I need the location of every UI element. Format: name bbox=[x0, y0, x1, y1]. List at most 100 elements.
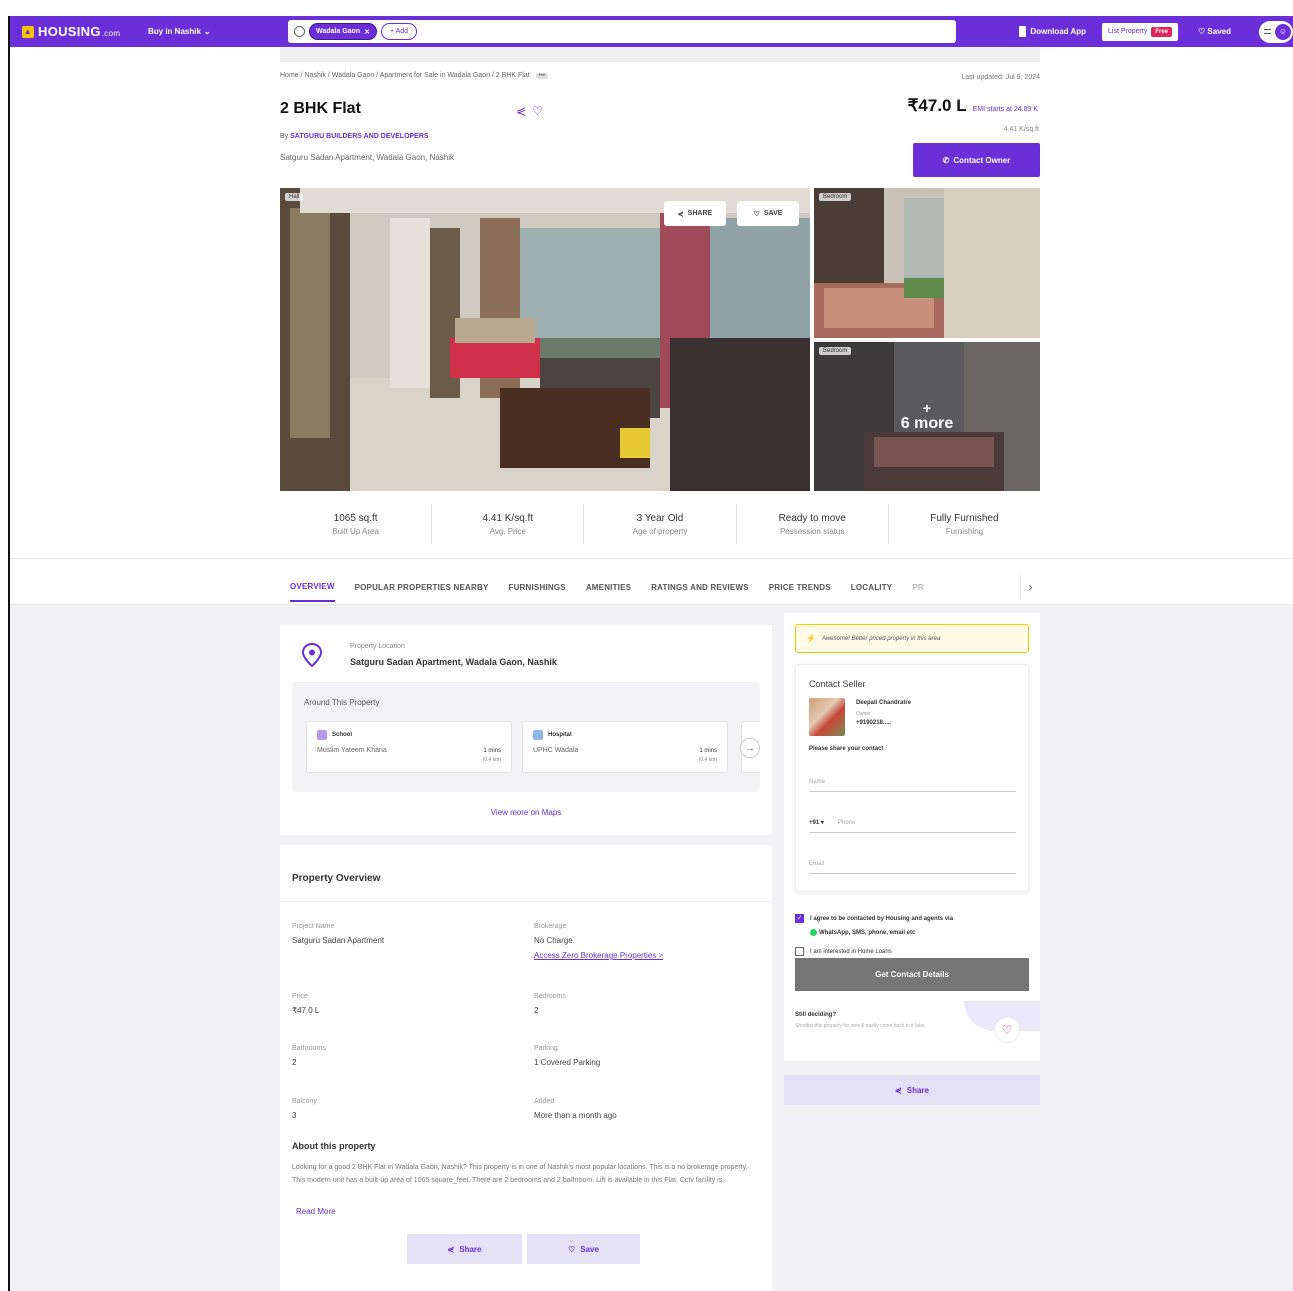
avatar: ☺ bbox=[1275, 23, 1291, 40]
stat-label: Age of property bbox=[632, 526, 688, 536]
subheader-strip bbox=[280, 47, 1040, 62]
tab-price-trends[interactable]: PRICE TRENDS bbox=[769, 572, 831, 602]
poi-category: Hospital bbox=[533, 730, 572, 740]
field-price: Price ₹47.0 L bbox=[292, 993, 319, 1015]
heart-icon: ♡ bbox=[1198, 27, 1208, 36]
agree-checkbox[interactable]: ✓ bbox=[795, 914, 804, 923]
overview-card: Property Overview Project Name Satguru S… bbox=[280, 845, 772, 1291]
more-photos-overlay[interactable]: + 6 more bbox=[814, 342, 1040, 491]
title-actions: ⋞ ♡ bbox=[516, 104, 543, 118]
view-maps-link[interactable]: View more on Maps bbox=[280, 808, 772, 817]
list-property-button[interactable]: List Property Free bbox=[1102, 22, 1179, 41]
save-button[interactable]: ♡ Save bbox=[527, 1234, 640, 1264]
name-field[interactable]: Name bbox=[809, 770, 1016, 792]
contact-owner-label: Contact Owner bbox=[953, 155, 1011, 165]
field-value: Satguru Sadan Apartment bbox=[292, 936, 385, 945]
logo-text: HOUSING bbox=[38, 24, 101, 39]
poi-km: (0.4 km) bbox=[482, 757, 501, 763]
housing-logo[interactable]: ▲ HOUSING .com bbox=[22, 24, 120, 39]
location-name: Satguru Sadan Apartment, Wadala Gaon, Na… bbox=[350, 657, 557, 667]
poi-distance: 1 mins (0.4 km) bbox=[699, 747, 717, 765]
arrow-right-icon[interactable]: → bbox=[740, 738, 760, 758]
field-key: Bedrooms bbox=[534, 993, 566, 1000]
price-alert: ⚡ Awesome! Better priced property in thi… bbox=[795, 624, 1029, 653]
field-added: Added More than a month ago bbox=[534, 1098, 617, 1120]
contact-owner-button[interactable]: ✆ Contact Owner bbox=[913, 143, 1040, 177]
home-loan-checkbox-row[interactable]: I am interested in Home Loans bbox=[795, 945, 892, 959]
close-icon[interactable]: ✕ bbox=[364, 28, 370, 36]
search-chip-locality[interactable]: Wadala Gaon ✕ bbox=[309, 23, 377, 40]
home-loan-checkbox[interactable] bbox=[795, 947, 804, 956]
byline: By SATGURU BUILDERS AND DEVELOPERS bbox=[280, 133, 429, 140]
builder-link[interactable]: SATGURU BUILDERS AND DEVELOPERS bbox=[290, 133, 428, 140]
phone-placeholder: Phone bbox=[837, 820, 856, 826]
photo-share-button[interactable]: ⋞ SHARE bbox=[664, 201, 726, 226]
about-text: Looking for a good 2 BHK Flat in Wadala … bbox=[292, 1164, 748, 1184]
share-label: Share bbox=[459, 1244, 482, 1254]
saved-link[interactable]: ♡ Saved bbox=[1198, 27, 1231, 36]
byline-prefix: By bbox=[280, 133, 289, 140]
poi-card-school[interactable]: School Muslim Yateem Khana 1 mins (0.4 k… bbox=[306, 721, 512, 773]
stat-value: 3 Year Old bbox=[636, 512, 684, 524]
tab-overview[interactable]: OVERVIEW bbox=[290, 572, 335, 602]
emi-link[interactable]: EMI starts at 24.89 K bbox=[973, 106, 1038, 113]
stat-label: Built Up Area bbox=[332, 526, 379, 536]
gallery-side-photo-2[interactable]: Bedroom + 6 more bbox=[814, 342, 1040, 491]
stat-label: Avg. Price bbox=[489, 526, 526, 536]
profile-menu[interactable]: ☺ bbox=[1259, 20, 1293, 43]
still-deciding-text: Shortlist this property for now & easily… bbox=[795, 1023, 926, 1029]
email-placeholder: Email bbox=[809, 861, 825, 867]
more-icon[interactable]: ••• bbox=[535, 72, 548, 79]
address: Satguru Sadan Apartment, Wadala Gaon, Na… bbox=[280, 153, 455, 162]
agree-text-2: WhatsApp, SMS, phone, email etc bbox=[819, 930, 916, 936]
hamburger-icon bbox=[1264, 29, 1271, 34]
buy-in-dropdown[interactable]: Buy in Nashik ⌄ bbox=[148, 27, 211, 36]
tab-ratings[interactable]: RATINGS AND REVIEWS bbox=[651, 572, 749, 602]
home-loan-text: I am interested in Home Loans bbox=[810, 949, 892, 955]
field-project-name: Project Name Satguru Sadan Apartment bbox=[292, 923, 384, 945]
get-contact-details-button[interactable]: Get Contact Details bbox=[795, 958, 1029, 991]
download-app-link[interactable]: Download App bbox=[1019, 26, 1086, 37]
tab-amenities[interactable]: AMENITIES bbox=[586, 572, 631, 602]
seller-form: Contact Seller Deepali Chandratre Owner … bbox=[795, 664, 1029, 892]
share-button[interactable]: ⋞ Share bbox=[407, 1234, 522, 1264]
add-locality-button[interactable]: + Add bbox=[380, 23, 418, 40]
read-more-link[interactable]: Read More bbox=[296, 1207, 336, 1216]
email-field[interactable]: Email bbox=[809, 852, 1016, 874]
agree-checkbox-row[interactable]: ✓ I agree to be contacted by Housing and… bbox=[795, 912, 953, 940]
search-bar[interactable]: Wadala Gaon ✕ + Add bbox=[288, 20, 956, 43]
share-icon[interactable]: ⋞ bbox=[516, 104, 526, 118]
country-code-select[interactable]: +91 ▾ bbox=[809, 819, 824, 826]
chevron-right-icon[interactable]: › bbox=[1020, 574, 1040, 600]
property-stats: 1065 sq.ft Built Up Area 4.41 K/sq.ft Av… bbox=[280, 504, 1040, 544]
field-key: Price bbox=[292, 993, 308, 1000]
breadcrumb-text[interactable]: Home / Nashik / Wadala Gaon / Apartment … bbox=[280, 72, 530, 79]
tab-furnishings[interactable]: FURNISHINGS bbox=[508, 572, 565, 602]
stat-built-up-area: 1065 sq.ft Built Up Area bbox=[280, 504, 433, 544]
field-key: Brokerage bbox=[534, 923, 567, 930]
heart-icon[interactable]: ♡ bbox=[532, 104, 543, 118]
share-icon: ⋞ bbox=[895, 1085, 902, 1095]
tab-popular-properties[interactable]: POPULAR PROPERTIES NEARBY bbox=[355, 572, 489, 602]
phone-field[interactable]: +91 ▾ Phone bbox=[809, 811, 1016, 833]
field-value: 2 bbox=[534, 1006, 539, 1015]
tab-partial[interactable]: PR bbox=[912, 572, 924, 602]
side-share-button[interactable]: ⋞ Share bbox=[784, 1075, 1040, 1105]
field-value: No Charge bbox=[534, 936, 573, 945]
gallery-side-photo-1[interactable]: Bedroom bbox=[814, 188, 1040, 338]
seller-name: Deepali Chandratre bbox=[856, 700, 912, 706]
poi-category-label: School bbox=[332, 732, 353, 738]
page-title: 2 BHK Flat bbox=[280, 100, 361, 117]
photo-share-label: SHARE bbox=[687, 210, 713, 217]
zero-brokerage-link[interactable]: Access Zero Brokerage Properties > bbox=[534, 951, 663, 960]
heart-icon[interactable]: ♡ bbox=[994, 1017, 1020, 1043]
photo-tag: Bedroom bbox=[819, 193, 852, 201]
poi-card-hospital[interactable]: Hospital UPHC Wadala 1 mins (0.4 km) bbox=[522, 721, 728, 773]
gallery-main-photo[interactable]: Hall ⋞ SHARE ♡ SAVE bbox=[280, 188, 810, 491]
tab-locality[interactable]: LOCALITY bbox=[851, 572, 893, 602]
section-tabs: OVERVIEW POPULAR PROPERTIES NEARBY FURNI… bbox=[290, 572, 924, 602]
nav-right: Download App List Property Free ♡ Saved … bbox=[1019, 16, 1293, 47]
field-parking: Parking 1 Covered Parking bbox=[534, 1045, 600, 1067]
living-room-photo bbox=[280, 188, 810, 491]
photo-save-button[interactable]: ♡ SAVE bbox=[737, 201, 799, 226]
